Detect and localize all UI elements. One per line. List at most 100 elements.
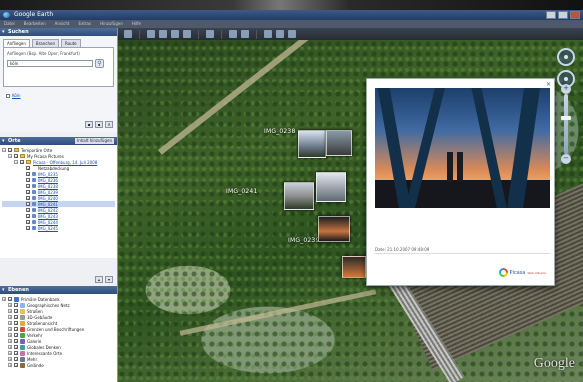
search-icon[interactable]: ⚲ [95, 59, 104, 68]
record-tour-icon[interactable] [206, 30, 214, 38]
layer-checkbox[interactable]: ✓ [14, 333, 18, 338]
expand-icon[interactable]: + [8, 321, 12, 325]
expand-icon[interactable]: − [8, 154, 12, 158]
places-panel-header[interactable]: Orte Inhalt hinzufügen [0, 137, 117, 145]
layer-checkbox[interactable]: ✓ [14, 339, 18, 344]
search-input[interactable]: köln [7, 60, 93, 67]
expand-icon[interactable]: + [8, 339, 12, 343]
move-up-icon[interactable]: ▴ [95, 276, 103, 283]
print-icon[interactable] [288, 30, 296, 38]
visibility-checkbox[interactable]: ✓ [26, 190, 30, 195]
zoom-slider[interactable]: + − [561, 84, 571, 164]
menu-add[interactable]: Hinzufügen [100, 20, 123, 28]
hide-sidebar-icon[interactable] [124, 30, 132, 38]
menu-edit[interactable]: Bearbeiten [24, 20, 46, 28]
layer-checkbox[interactable]: ✓ [14, 345, 18, 350]
layer-item[interactable]: + ✓ Gelände [2, 362, 115, 368]
add-content-button[interactable]: Inhalt hinzufügen [75, 138, 114, 144]
maximize-button[interactable] [558, 11, 568, 19]
photo-thumbnail[interactable] [284, 182, 314, 210]
places-item-label[interactable]: IMG_0242 [38, 208, 58, 213]
photo-thumbnail[interactable] [326, 130, 352, 156]
placemark-label[interactable]: IMG_0239 [288, 237, 319, 244]
visibility-checkbox[interactable]: ✓ [26, 196, 30, 201]
look-control-icon[interactable] [557, 48, 575, 66]
expand-icon[interactable]: + [8, 303, 12, 307]
places-item-label[interactable]: IMG_0241 [38, 202, 58, 207]
move-down-icon[interactable]: ▾ [105, 276, 113, 283]
close-window-button[interactable] [570, 11, 580, 19]
visibility-checkbox[interactable]: ✓ [26, 166, 30, 171]
search-panel-header[interactable]: Suchen [0, 28, 117, 36]
placemark-label[interactable]: IMG_0241 [226, 188, 257, 195]
menu-help[interactable]: Hilfe [132, 20, 141, 28]
minimize-button[interactable] [546, 11, 556, 19]
places-item-label[interactable]: Netzabdeckung [38, 166, 69, 171]
zoom-out-icon[interactable]: − [561, 154, 571, 164]
placemark-label[interactable]: IMG_0238 [264, 128, 295, 135]
layers-panel-header[interactable]: Ebenen [0, 286, 117, 294]
sunlight-icon[interactable] [241, 30, 249, 38]
places-item-label[interactable]: IMG_0243 [38, 214, 58, 219]
menu-file[interactable]: Datei [4, 20, 15, 28]
expand-icon[interactable]: + [8, 327, 12, 331]
places-tree-item[interactable]: ✓ IMG_0245 [2, 225, 115, 231]
visibility-checkbox[interactable]: ✓ [26, 220, 30, 225]
historical-imagery-icon[interactable] [229, 30, 237, 38]
visibility-checkbox[interactable]: ✓ [14, 154, 18, 159]
expand-icon[interactable]: + [8, 315, 12, 319]
layer-checkbox[interactable]: ✓ [14, 327, 18, 332]
visibility-checkbox[interactable]: ✓ [8, 148, 12, 153]
visibility-checkbox[interactable]: ✓ [26, 214, 30, 219]
places-item-label[interactable]: IMG_0240 [38, 196, 58, 201]
layer-checkbox[interactable]: ✓ [14, 321, 18, 326]
layer-checkbox[interactable]: ✓ [14, 351, 18, 356]
image-overlay-icon[interactable] [183, 30, 191, 38]
copy-results-icon[interactable]: ▪ [95, 121, 103, 128]
layer-checkbox[interactable]: ✓ [14, 363, 18, 368]
layer-checkbox[interactable]: ✓ [14, 357, 18, 362]
close-icon[interactable]: ✕ [546, 81, 551, 88]
menu-view[interactable]: Ansicht [55, 20, 70, 28]
visibility-checkbox[interactable]: ✓ [26, 184, 30, 189]
menu-tools[interactable]: Extras [78, 20, 91, 28]
photo-thumbnail[interactable] [342, 256, 366, 278]
path-icon[interactable] [171, 30, 179, 38]
visibility-checkbox[interactable]: ✓ [20, 160, 24, 165]
polygon-icon[interactable] [159, 30, 167, 38]
close-results-icon[interactable]: ▪ [85, 121, 93, 128]
expand-icon[interactable]: + [8, 309, 12, 313]
places-item-label[interactable]: IMG_0236 [38, 178, 58, 183]
places-item-label[interactable]: IMG_0244 [38, 220, 58, 225]
expand-icon[interactable]: + [8, 351, 12, 355]
visibility-checkbox[interactable]: ✓ [26, 226, 30, 231]
expand-icon[interactable]: + [8, 363, 12, 367]
layer-checkbox[interactable]: ✓ [14, 309, 18, 314]
map-view[interactable]: IMG_0238 IMG_0241 IMG_0239 ✕ Date: 21.10… [118, 40, 583, 382]
layer-checkbox[interactable]: ✓ [14, 303, 18, 308]
photo-thumbnail[interactable] [316, 172, 346, 202]
ruler-icon[interactable] [264, 30, 272, 38]
zoom-in-icon[interactable]: + [561, 84, 571, 94]
visibility-checkbox[interactable]: ✓ [26, 178, 30, 183]
result-checkbox[interactable] [6, 93, 10, 98]
places-item-label[interactable]: Picasa - Offenburg, 14. Juli 2008 [33, 160, 97, 165]
expand-icon[interactable]: + [8, 345, 12, 349]
expand-icon[interactable]: + [8, 333, 12, 337]
expand-icon[interactable]: − [14, 160, 18, 164]
photo-thumbnail[interactable] [318, 216, 350, 242]
email-icon[interactable] [276, 30, 284, 38]
places-item-label[interactable]: Temporäre Orte [21, 148, 52, 153]
tab-fly-to[interactable]: Anfliegen [3, 39, 30, 47]
visibility-checkbox[interactable]: ✓ [26, 172, 30, 177]
layer-checkbox[interactable]: ✓ [8, 297, 12, 302]
expand-icon[interactable]: + [2, 297, 6, 301]
delete-results-icon[interactable]: ✕ [105, 121, 113, 128]
placemark-icon[interactable] [147, 30, 155, 38]
picasa-logo[interactable]: Picasa Web Albums [498, 268, 546, 277]
search-result[interactable]: Köln [6, 93, 114, 98]
places-item-label[interactable]: IMG_0238 [38, 184, 58, 189]
places-item-label[interactable]: IMG_0235 [38, 172, 58, 177]
places-item-label[interactable]: IMG_0239 [38, 190, 58, 195]
layer-checkbox[interactable]: ✓ [14, 315, 18, 320]
